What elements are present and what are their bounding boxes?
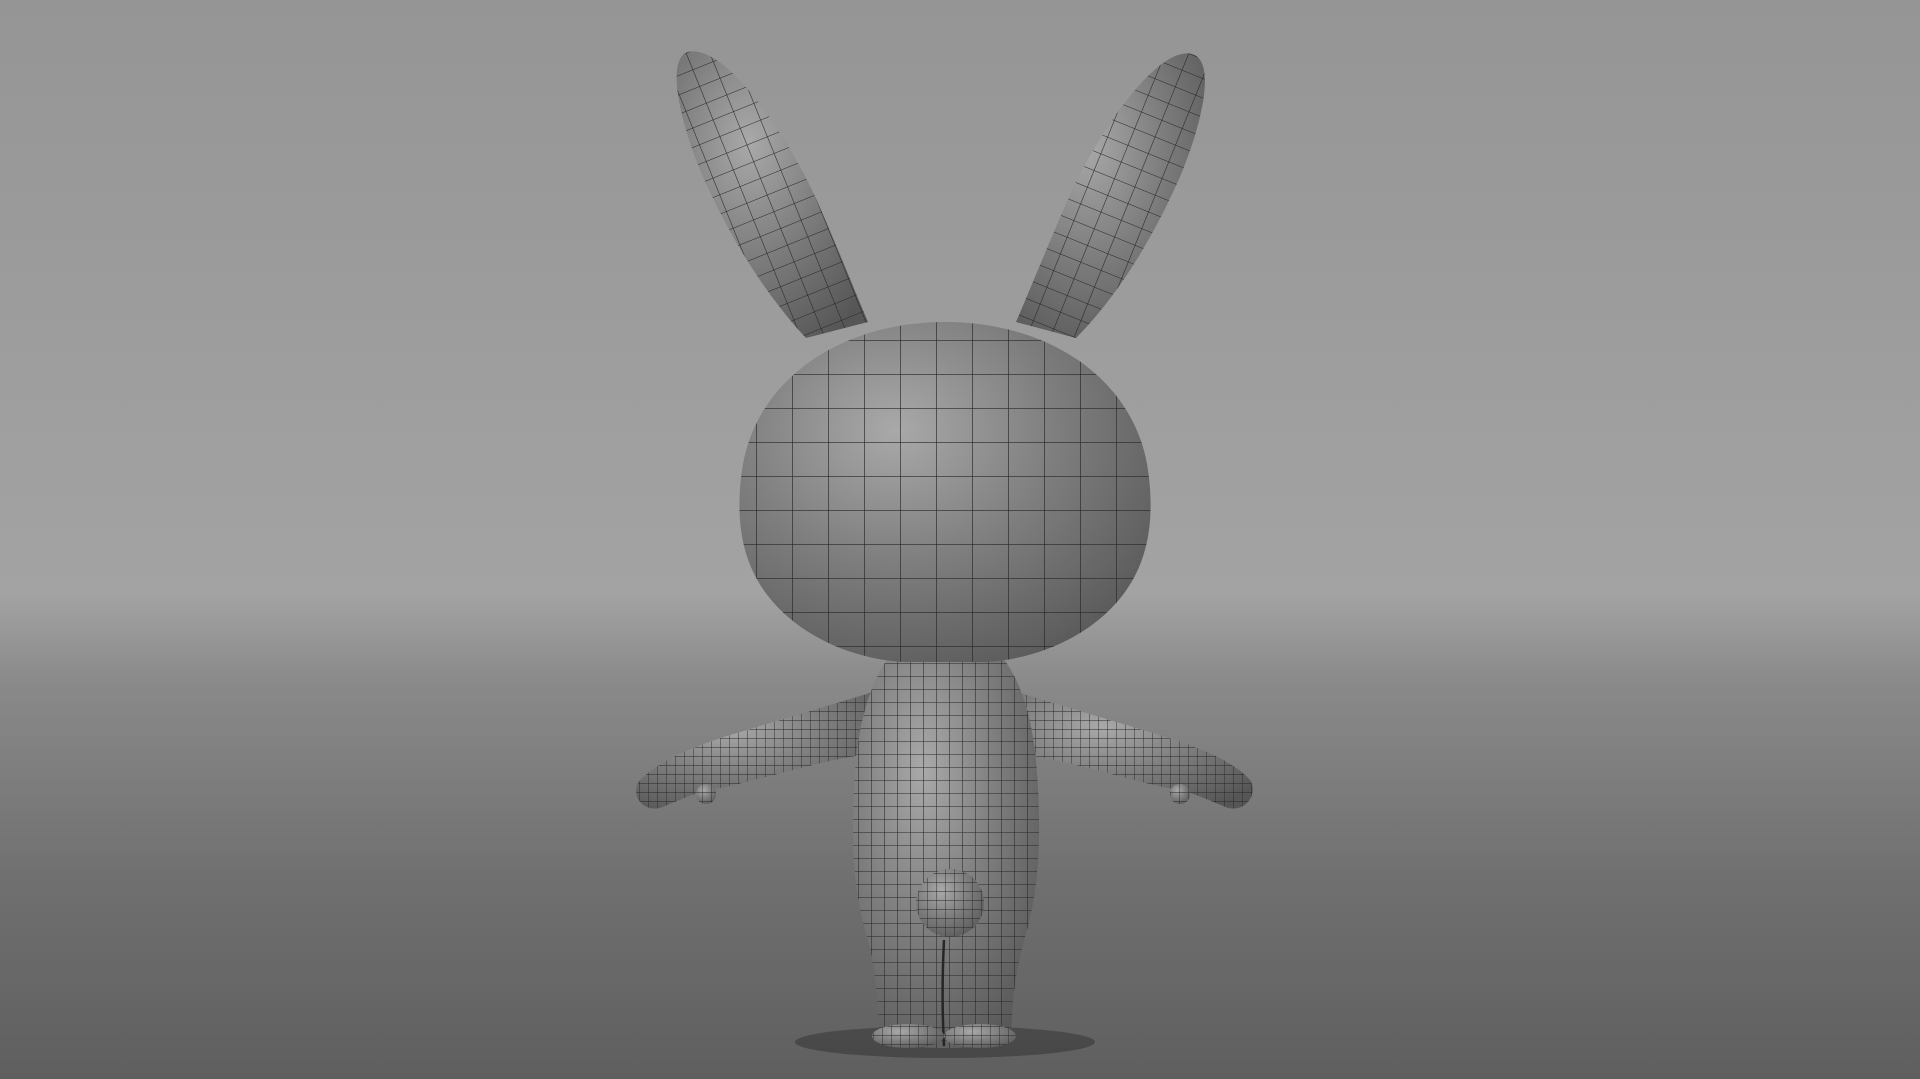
tail: [916, 869, 984, 937]
body: [852, 640, 1040, 1048]
3d-viewport[interactable]: [0, 0, 1920, 1079]
head: [739, 322, 1151, 662]
render-scene: [0, 0, 1920, 1079]
